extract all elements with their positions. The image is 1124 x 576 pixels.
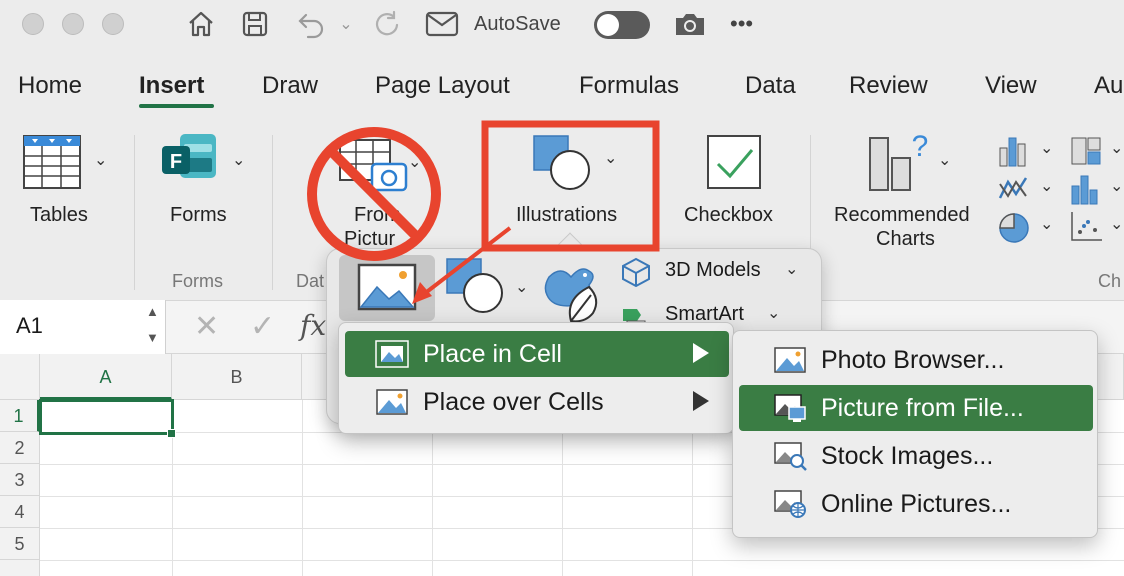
annotation-overlay xyxy=(307,120,660,304)
annotation-arrow-icon xyxy=(412,226,512,304)
prohibited-sign-icon xyxy=(307,127,441,261)
